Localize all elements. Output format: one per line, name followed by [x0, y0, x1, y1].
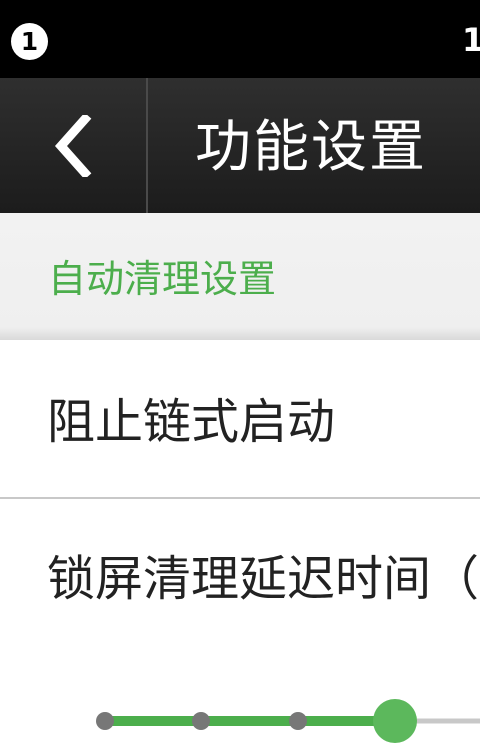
section-title: 自动清理设置 — [48, 257, 277, 301]
action-bar-divider — [146, 78, 148, 213]
slider-stop — [96, 712, 114, 730]
slider-stop — [289, 712, 307, 730]
setting-row-block-chain-start[interactable]: 阻止链式启动 — [0, 340, 480, 497]
status-bar: 1 1 — [0, 0, 480, 78]
section-header: 自动清理设置 — [0, 213, 480, 340]
slider-thumb — [373, 699, 417, 743]
back-button[interactable] — [0, 78, 146, 213]
notification-badge: 1 — [11, 23, 48, 60]
status-bar-right-text: 1 — [462, 21, 480, 59]
action-bar: 功能设置 — [0, 78, 480, 213]
slider-stop — [192, 712, 210, 730]
setting-row-label: 锁屏清理延迟时间（ — [47, 551, 480, 607]
setting-row-label: 阻止链式启动 — [47, 394, 336, 450]
chevron-left-icon — [54, 114, 92, 177]
delay-slider[interactable] — [80, 690, 480, 745]
delay-slider-track — [96, 699, 480, 743]
page-title: 功能设置 — [195, 115, 427, 180]
setting-row-lock-screen-delay: 锁屏清理延迟时间（ — [0, 499, 480, 690]
